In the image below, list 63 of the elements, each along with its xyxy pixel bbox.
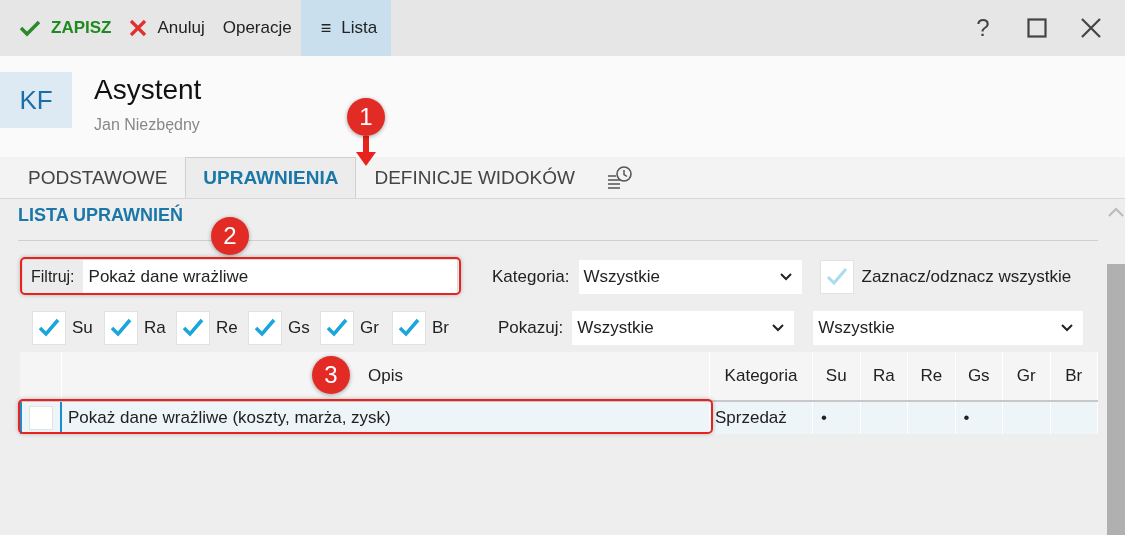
role-checkbox[interactable] [104,311,138,345]
column-header: Su [813,352,861,400]
column-header: Gs [955,352,1003,400]
role-checkbox[interactable] [320,311,354,345]
check-icon [397,317,421,339]
table-cell: Pokaż dane wrażliwe (koszty, marża, zysk) [62,402,710,434]
maximize-icon [1027,18,1047,38]
column-header: Br [1050,352,1098,400]
category-label: Kategoria: [492,267,570,287]
role-label: Gr [360,318,380,338]
tab[interactable]: DEFINICJE WIDOKÓW [356,157,593,198]
cancel-button[interactable]: Anuluj [120,0,214,56]
check-icon [181,317,205,339]
role-checkbox[interactable] [392,311,426,345]
select-all-checkbox[interactable] [819,260,854,294]
chevron-down-icon [772,324,785,332]
record-title: Asystent [94,74,202,106]
close-icon [1081,18,1101,38]
role-label: Br [432,318,450,338]
check-icon [109,317,133,339]
column-header: Kategoria [710,352,813,400]
show-dropdown[interactable]: Wszystkie [813,311,1084,345]
history-icon[interactable] [607,166,633,190]
role-label: Su [72,318,94,338]
section-title: LISTA UPRAWNIEŃ [18,205,184,226]
callout-number: 2 [211,217,249,255]
show-label: Pokazuj: [498,318,564,338]
role-label: Re [216,318,238,338]
tab[interactable]: UPRAWNIENIA [185,157,357,198]
check-icon [253,317,277,339]
table-row[interactable]: Pokaż dane wrażliwe (koszty, marża, zysk) Sprzedaż • • [20,402,1098,434]
table-cell: • [813,402,861,434]
scrollbar[interactable] [1107,264,1125,535]
help-button[interactable]: ? [963,8,1003,48]
close-icon [129,19,148,37]
show-dropdown[interactable]: Wszystkie [572,311,795,345]
role-checkbox[interactable] [32,311,66,345]
select-all-label: Zaznacz/odznacz wszystkie [861,267,1072,287]
chevron-down-icon [1061,324,1074,332]
check-icon [325,317,349,339]
check-icon [19,19,41,37]
scroll-up-icon[interactable] [1108,207,1124,217]
save-button[interactable]: ZAPISZ [10,0,121,56]
table-cell: Sprzedaż [710,402,813,434]
operations-button[interactable]: Operacje [213,0,301,56]
list-button[interactable]: ≡ Lista [300,0,392,56]
initials-avatar: KF [0,72,72,128]
role-label: Ra [144,318,166,338]
record-subtitle: Jan Niezbędny [94,116,201,134]
pointer-arrow [356,136,376,166]
chevron-down-icon [779,273,792,281]
role-checkbox[interactable] [248,311,282,345]
category-dropdown[interactable]: Wszystkie [578,260,802,294]
row-checkbox[interactable] [29,406,53,430]
role-label: Gs [288,318,310,338]
column-header: Re [908,352,956,400]
role-checkbox[interactable] [176,311,210,345]
column-header: Ra [860,352,908,400]
column-header: Gr [1003,352,1051,400]
check-icon [37,317,61,339]
table-cell: • [955,402,1003,434]
tab[interactable]: PODSTAWOWE [10,157,186,198]
check-icon [824,266,849,288]
